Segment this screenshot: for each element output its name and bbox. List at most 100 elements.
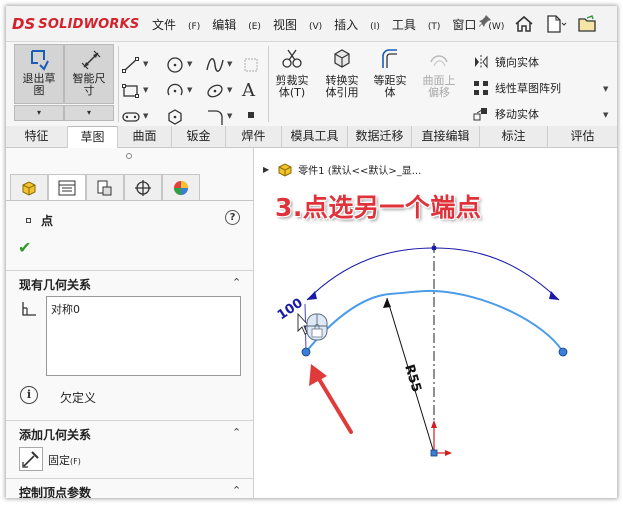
menu-key: (I) [370,22,380,32]
feature-manager-tab[interactable] [10,174,48,200]
info-icon: i [20,386,38,404]
rectangle-tool-icon[interactable] [122,82,140,100]
anchor-icon [22,451,39,468]
tab-data-migration[interactable]: 数据迁移 [348,126,412,148]
arc-tool-icon[interactable] [166,82,184,100]
spline-tool-icon[interactable] [206,56,224,74]
plane-tool-icon[interactable] [242,56,260,74]
display-manager-tab[interactable] [162,174,200,200]
relation-item[interactable]: 对称0 [51,301,80,317]
solidworks-logo[interactable]: DS SOLIDWORKS [12,15,139,33]
menu-view[interactable]: 视图 (V) [273,16,322,33]
new-document-icon[interactable] [543,12,569,36]
panel-grip-handle[interactable] [126,153,132,159]
arc-dropdown-caret[interactable]: ▼ [187,86,192,94]
circle-dropdown-caret[interactable]: ▼ [187,60,192,68]
point-tool-icon[interactable] [246,110,256,120]
text-tool-icon[interactable]: A [242,80,255,101]
tab-weldments[interactable]: 焊件 [226,126,282,148]
convert-entities-button[interactable]: 转换实 体引用 [318,48,366,99]
smart-dimension-dropdown[interactable]: ▾ [64,105,114,121]
menu-key: (T) [427,22,441,32]
home-icon[interactable] [511,12,537,36]
menu-insert[interactable]: 插入 (I) [334,16,380,33]
existing-relations-header[interactable]: 现有几何关系 [19,276,91,293]
tab-sheet-metal[interactable]: 钣金 [172,126,226,148]
linear-pattern-dropdown-caret[interactable]: ▼ [603,85,608,93]
linear-pattern-button[interactable]: 线性草图阵列 [473,80,561,96]
fix-relation-button[interactable] [19,447,43,471]
pin-icon[interactable] [478,14,492,32]
arc-endpoint-right[interactable] [558,347,568,357]
arc-endpoint-left[interactable] [301,347,311,357]
add-relations-header[interactable]: 添加几何关系 [19,426,91,443]
fillet-tool-icon[interactable] [206,108,224,126]
tab-direct-editing[interactable]: 直接编辑 [412,126,480,148]
line-tool-icon[interactable] [122,56,140,74]
slot-dropdown-caret[interactable]: ▼ [143,112,148,120]
slot-tool-icon[interactable] [122,108,140,126]
configuration-manager-tab[interactable] [86,174,124,200]
offset-on-surface-button[interactable]: 曲面上 偏移 [414,48,464,99]
dimension-extension-line [304,303,307,352]
configuration-icon [97,180,112,195]
move-label: 移动实体 [495,108,539,121]
tab-features[interactable]: 特征 [6,126,68,148]
offset-label: 等距实 体 [373,74,407,99]
collapse-caret-icon[interactable]: ⌃ [232,484,241,497]
property-list-icon [58,180,76,195]
move-dropdown-caret[interactable]: ▼ [603,111,608,119]
ok-checkmark-icon[interactable]: ✔ [18,238,31,257]
graphics-area[interactable]: R55 100 ▶ 零件1 (默认<<默认>_显... 3.点选另一个端点 [255,148,617,498]
menu-tools[interactable]: 工具 (T) [392,16,441,33]
tab-sketch[interactable]: 草图 [68,126,118,148]
dimension-vertex-point[interactable] [431,245,437,251]
circle-tool-icon[interactable] [166,56,184,74]
exit-sketch-label: 退出草 图 [22,72,56,97]
callout-arrow-icon [309,364,353,434]
dimxpert-tab[interactable] [124,174,162,200]
expand-arrow-icon[interactable]: ▶ [263,165,269,174]
mirror-label: 镜向实体 [495,56,539,69]
spline-dropdown-caret[interactable]: ▼ [227,60,232,68]
collapse-caret-icon[interactable]: ⌃ [232,426,241,439]
collapse-caret-icon[interactable]: ⌃ [232,276,241,289]
tab-markup[interactable]: 标注 [480,126,548,148]
menu-edit[interactable]: 编辑 (E) [212,16,261,33]
mirror-entities-button[interactable]: 镜向实体 [473,54,539,70]
property-manager-tab[interactable] [48,174,86,200]
polygon-tool-icon[interactable] [166,108,184,126]
help-icon[interactable]: ? [225,210,240,225]
feature-tree-flyout[interactable]: ▶ 零件1 (默认<<默认>_显... [263,162,421,177]
linear-pattern-label: 线性草图阵列 [495,82,561,95]
tab-mold-tools[interactable]: 模具工具 [282,126,348,148]
radius-dimension-text[interactable]: R55 [401,363,424,394]
tab-surfaces[interactable]: 曲面 [118,126,172,148]
tab-evaluate[interactable]: 评估 [548,126,617,148]
offset-entities-button[interactable]: 等距实 体 [368,48,412,99]
menu-file[interactable]: 文件 (F) [152,16,200,33]
crosshair-icon [135,179,151,196]
panel-tabs [10,174,200,200]
offset-icon [382,49,397,68]
angle-dimension-arc[interactable] [306,247,560,301]
ellipse-tool-icon[interactable] [206,82,224,100]
smart-dimension-button[interactable]: 智能尺 寸 [64,44,114,104]
move-entities-button[interactable]: 移动实体 [473,106,539,122]
origin-point[interactable] [430,449,438,457]
line-dropdown-caret[interactable]: ▼ [143,60,148,68]
exit-sketch-button[interactable]: 退出草 图 [14,44,64,104]
exit-sketch-dropdown[interactable]: ▾ [14,105,64,121]
ellipse-dropdown-caret[interactable]: ▼ [227,86,232,94]
move-icon [473,108,487,121]
rectangle-dropdown-caret[interactable]: ▼ [143,86,148,94]
trim-entities-button[interactable]: 剪裁实 体(T) [270,48,314,99]
feature-tree-icon [22,180,36,196]
existing-relations-list[interactable]: 对称0 [46,296,241,376]
open-folder-icon[interactable] [575,12,601,36]
fillet-dropdown-caret[interactable]: ▼ [227,112,232,120]
ribbon-separator [118,46,119,122]
quick-access-toolbar [511,12,601,36]
control-vertex-header[interactable]: 控制顶点参数 [19,484,91,498]
point-property-title: 点 [26,212,53,229]
